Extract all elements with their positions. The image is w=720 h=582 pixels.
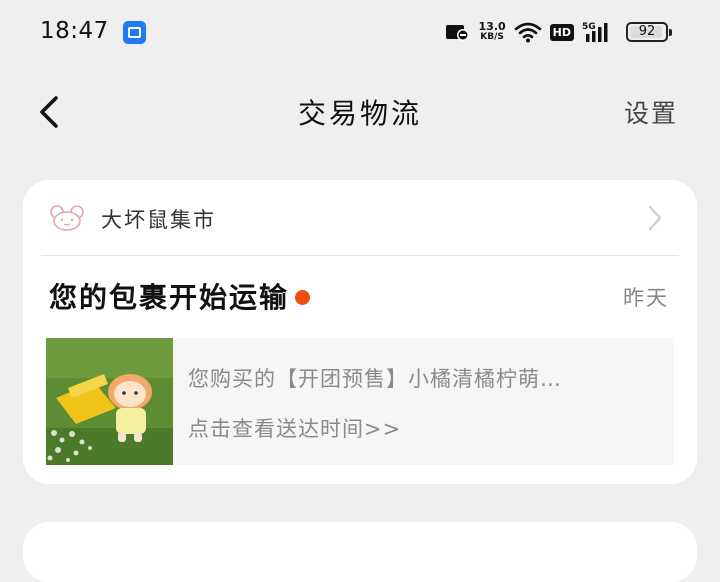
page-title: 交易物流: [297, 97, 422, 130]
item-title: 您购买的【开团预售】小橘清橘柠萌…: [188, 367, 562, 391]
order-item[interactable]: 您购买的【开团预售】小橘清橘柠萌… 点击查看送达时间>>: [46, 338, 674, 465]
shop-logo-mouse-icon: [50, 205, 84, 231]
chevron-right-icon: [648, 205, 662, 231]
message-date: 昨天: [623, 286, 669, 310]
logistics-card: 大坏鼠集市 您的包裹开始运输 昨天 您购买的【开团预售】小橘清橘柠萌… 点击查看…: [23, 180, 697, 484]
shop-row[interactable]: 大坏鼠集市: [23, 180, 697, 255]
unread-dot: [295, 289, 311, 305]
status-icons: 13.0 KB/S HD 5G: [445, 18, 616, 46]
check-delivery-time-link[interactable]: 点击查看送达时间>>: [188, 413, 401, 443]
battery-level: 92: [638, 24, 656, 39]
battery-icon: 92: [626, 22, 672, 42]
status-time: 18:47: [40, 18, 109, 44]
shop-name: 大坏鼠集市: [101, 208, 216, 232]
wifi-icon: [514, 22, 541, 43]
nav-bar: 交易物流 设置: [0, 64, 720, 158]
status-bar: 18:47 13.0 KB/S HD 5G 92: [0, 0, 720, 64]
product-thumbnail: [46, 338, 173, 465]
signal-5g-icon: 5G: [582, 22, 608, 42]
net-speed-unit: KB/S: [480, 32, 504, 42]
shipping-headline: 您的包裹开始运输: [49, 276, 311, 316]
app-notification-icon: [123, 21, 146, 44]
net-speed-value: 13.0: [478, 20, 506, 33]
hd-icon: HD: [549, 23, 574, 41]
shipping-headline-text: 您的包裹开始运输: [49, 281, 290, 314]
next-card: [23, 522, 697, 582]
net-speed: 13.0 KB/S: [479, 21, 506, 43]
svg-text:5G: 5G: [582, 22, 596, 32]
settings-button[interactable]: 设置: [624, 94, 678, 130]
divider: [41, 255, 679, 256]
nfc-icon: [445, 25, 469, 41]
